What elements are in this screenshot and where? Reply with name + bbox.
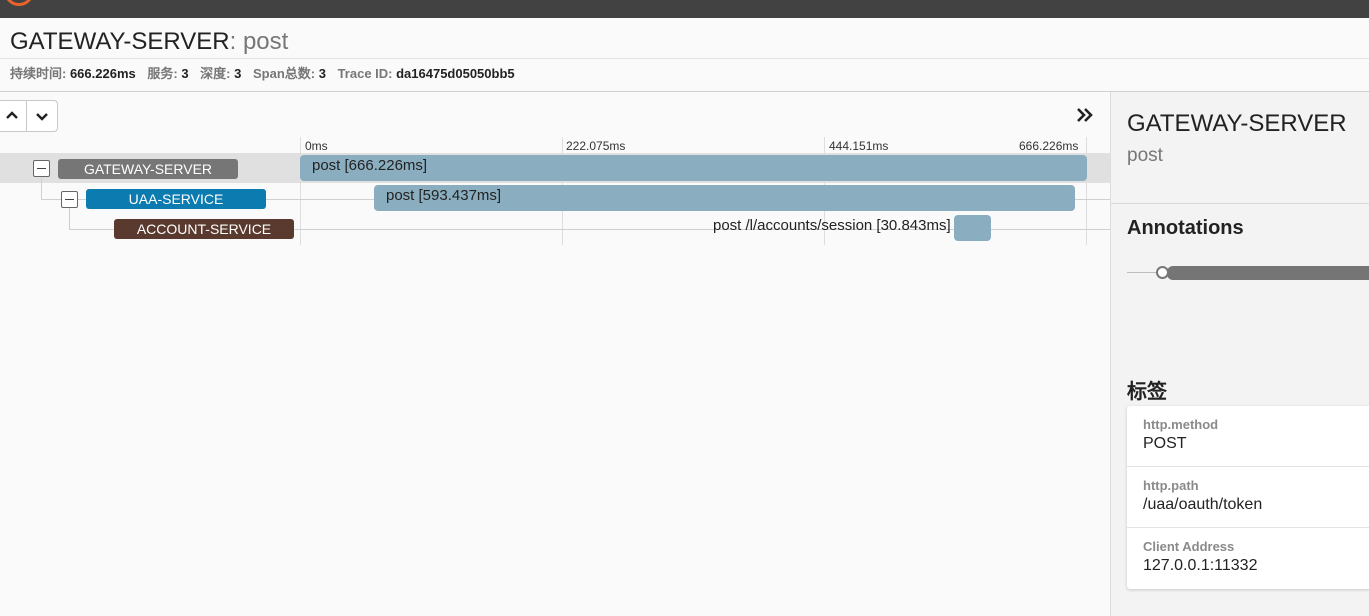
span-count-value: 3 bbox=[318, 66, 326, 81]
tag-value: /uaa/oauth/token bbox=[1143, 496, 1263, 513]
tree-connector bbox=[41, 178, 42, 200]
tag-key: Client Address bbox=[1143, 539, 1235, 554]
tag-key: http.path bbox=[1143, 478, 1199, 493]
collapse-toggle[interactable] bbox=[33, 160, 50, 177]
detail-service-name: GATEWAY-SERVER bbox=[1127, 110, 1347, 137]
tick-label: 0ms bbox=[305, 139, 328, 153]
annotation-marker[interactable] bbox=[1156, 266, 1169, 279]
zipkin-logo-icon[interactable] bbox=[4, 0, 34, 6]
trace-summary: 持续时间: 666.226ms 服务: 3 深度: 3 Span总数: 3 Tr… bbox=[10, 66, 523, 82]
top-navbar bbox=[0, 0, 1369, 18]
trace-id-value: da16475d05050bb5 bbox=[396, 66, 515, 81]
tag-key: http.method bbox=[1143, 417, 1219, 432]
tag-value: 127.0.0.1:11332 bbox=[1143, 557, 1258, 574]
page-title: GATEWAY-SERVER: post bbox=[10, 28, 288, 56]
chevron-down-icon bbox=[36, 113, 48, 121]
root-service-name: GATEWAY-SERVER bbox=[10, 28, 230, 55]
trace-header: GATEWAY-SERVER: post 持续时间: 666.226ms 服务:… bbox=[0, 18, 1369, 92]
tags-card: http.method POST http.path /uaa/oauth/to… bbox=[1127, 406, 1369, 589]
detail-divider bbox=[1111, 203, 1369, 204]
collapse-toggle[interactable] bbox=[61, 191, 78, 208]
tick-label: 444.151ms bbox=[829, 139, 889, 153]
toggle-detail-panel-button[interactable] bbox=[1074, 104, 1096, 126]
tags-heading: 标签 bbox=[1127, 381, 1167, 403]
tree-connector bbox=[69, 208, 70, 230]
service-badge: ACCOUNT-SERVICE bbox=[114, 219, 294, 239]
next-span-button[interactable] bbox=[27, 101, 57, 131]
duration-label: 持续时间: bbox=[10, 66, 70, 81]
services-label: 服务: bbox=[147, 66, 182, 81]
previous-span-button[interactable] bbox=[0, 101, 27, 131]
span-nav-buttons bbox=[0, 100, 58, 132]
service-badge: GATEWAY-SERVER bbox=[58, 159, 238, 179]
title-separator: : bbox=[229, 28, 243, 55]
annotations-heading: Annotations bbox=[1127, 217, 1244, 239]
services-value: 3 bbox=[181, 66, 189, 81]
span-count-label: Span总数: bbox=[252, 66, 319, 81]
timeline-panel: 0ms 222.075ms 444.151ms 666.226ms GATEWA… bbox=[0, 92, 1110, 616]
span-bar[interactable] bbox=[954, 215, 991, 241]
span-detail-panel: GATEWAY-SERVER post Annotations 标签 http.… bbox=[1110, 92, 1369, 616]
depth-value: 3 bbox=[234, 66, 242, 81]
span-bar-label: post [666.226ms] bbox=[312, 157, 428, 174]
span-bar-label: post /l/accounts/session [30.843ms] bbox=[713, 217, 951, 234]
tick-label: 222.075ms bbox=[566, 139, 626, 153]
trace-id-label: Trace ID: bbox=[337, 66, 397, 81]
service-badge: UAA-SERVICE bbox=[86, 189, 266, 209]
root-span-name: post bbox=[242, 28, 289, 55]
depth-label: 深度: bbox=[200, 66, 235, 81]
annotation-timeline-bar bbox=[1167, 266, 1369, 280]
duration-value: 666.226ms bbox=[69, 66, 136, 81]
detail-span-name: post bbox=[1127, 145, 1163, 166]
tag-item: http.path /uaa/oauth/token bbox=[1127, 467, 1369, 528]
span-bar-label: post [593.437ms] bbox=[386, 187, 502, 204]
chevron-up-icon bbox=[5, 111, 18, 119]
tag-item: http.method POST bbox=[1127, 406, 1369, 467]
tag-value: POST bbox=[1143, 435, 1187, 452]
tick-label: 666.226ms bbox=[1019, 139, 1079, 153]
double-chevron-right-icon bbox=[1077, 108, 1093, 122]
header-divider bbox=[0, 58, 1369, 59]
tag-item: Client Address 127.0.0.1:11332 bbox=[1127, 528, 1369, 589]
